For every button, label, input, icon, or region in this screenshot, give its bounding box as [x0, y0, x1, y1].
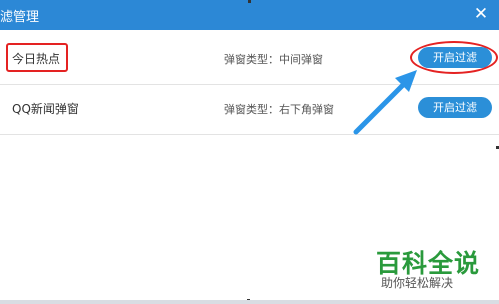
watermark-tagline: 助你轻松解决 — [381, 276, 454, 290]
corner-mark — [248, 0, 251, 3]
bottom-border — [0, 300, 499, 304]
